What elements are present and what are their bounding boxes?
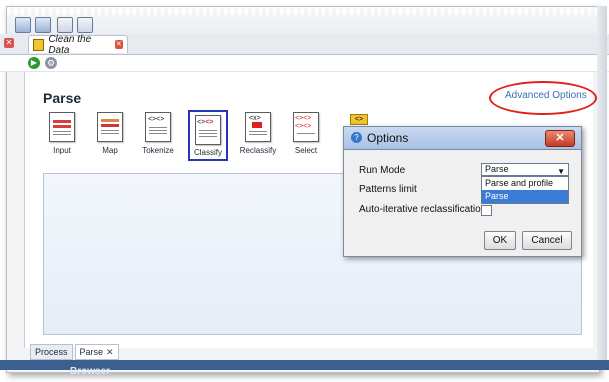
auto-reclass-checkbox[interactable] — [481, 205, 492, 216]
options-dialog: ? Options ✕ Run Mode Parse ▼ Parse and p… — [343, 126, 582, 257]
torn-edge-top — [7, 7, 599, 15]
dialog-close-button[interactable]: ✕ — [545, 130, 575, 147]
tab-parse[interactable]: Parse ✕ — [74, 344, 119, 360]
run-mode-value: Parse — [485, 164, 509, 174]
close-icon[interactable]: ✕ — [106, 345, 114, 359]
table-icon[interactable] — [57, 17, 73, 33]
tool-label: Map — [102, 146, 118, 155]
tab-label: Clean the Data — [48, 33, 92, 56]
auto-reclass-label: Auto-iterative reclassification — [359, 204, 487, 215]
right-panel-edge — [597, 6, 607, 366]
layout-icon[interactable] — [35, 17, 51, 33]
tab-close-icon[interactable]: ✕ — [114, 40, 123, 49]
patterns-limit-label: Patterns limit — [359, 184, 417, 195]
tool-map[interactable]: Map — [88, 112, 132, 162]
bottom-tabs: Process Parse ✕ — [30, 344, 119, 360]
tokenize-icon: <><> — [145, 112, 171, 142]
run-mode-select[interactable]: Parse ▼ — [481, 163, 569, 176]
input-icon — [49, 112, 75, 142]
tab-clean-the-data[interactable]: Clean the Data ✕ — [28, 33, 128, 56]
run-toolbar — [0, 55, 609, 72]
options-icon: ? — [351, 132, 362, 143]
tool-label: Tokenize — [142, 146, 174, 155]
tab-parse-label: Parse — [79, 347, 104, 357]
tool-label: Input — [53, 146, 71, 155]
tool-classify[interactable]: <><> Classify — [188, 110, 228, 161]
page-title: Parse — [43, 90, 82, 106]
tab-process[interactable]: Process — [30, 344, 73, 360]
dialog-titlebar: ? Options ✕ — [344, 127, 581, 150]
map-icon — [97, 112, 123, 142]
run-mode-label: Run Mode — [359, 165, 406, 176]
option-parse[interactable]: Parse — [482, 190, 568, 203]
tool-input[interactable]: Input — [40, 112, 84, 162]
tool-select[interactable]: <><> <><> Select — [284, 112, 328, 162]
gear-icon[interactable]: ⚙ — [45, 57, 57, 69]
tag-badge: <> — [350, 114, 368, 125]
browser-label: Browser — [70, 366, 111, 377]
cancel-button[interactable]: Cancel — [522, 231, 572, 250]
tool-label: Classify — [193, 148, 222, 157]
tool-label: Reclassify — [239, 146, 277, 155]
run-icon[interactable]: ▶ — [28, 57, 40, 69]
tool-tokenize[interactable]: <><> Tokenize — [136, 112, 180, 162]
document-icon — [33, 38, 45, 51]
left-close-icon[interactable]: ✕ — [4, 38, 14, 48]
classify-icon: <><> — [195, 115, 221, 145]
reclassify-icon: <x> — [245, 112, 271, 142]
select-icon: <><> <><> — [293, 112, 319, 142]
chart-icon[interactable] — [77, 17, 93, 33]
tool-label: Select — [294, 146, 318, 155]
run-mode-dropdown: Parse and profile Parse — [481, 176, 569, 204]
window-icon[interactable] — [15, 17, 31, 33]
option-parse-and-profile[interactable]: Parse and profile — [482, 177, 568, 190]
ok-button[interactable]: OK — [484, 231, 516, 250]
dialog-title: Options — [367, 131, 409, 145]
tool-reclassify[interactable]: <x> Reclassify — [236, 112, 280, 162]
highlight-oval — [489, 81, 597, 115]
tab-process-label: Process — [35, 347, 68, 357]
